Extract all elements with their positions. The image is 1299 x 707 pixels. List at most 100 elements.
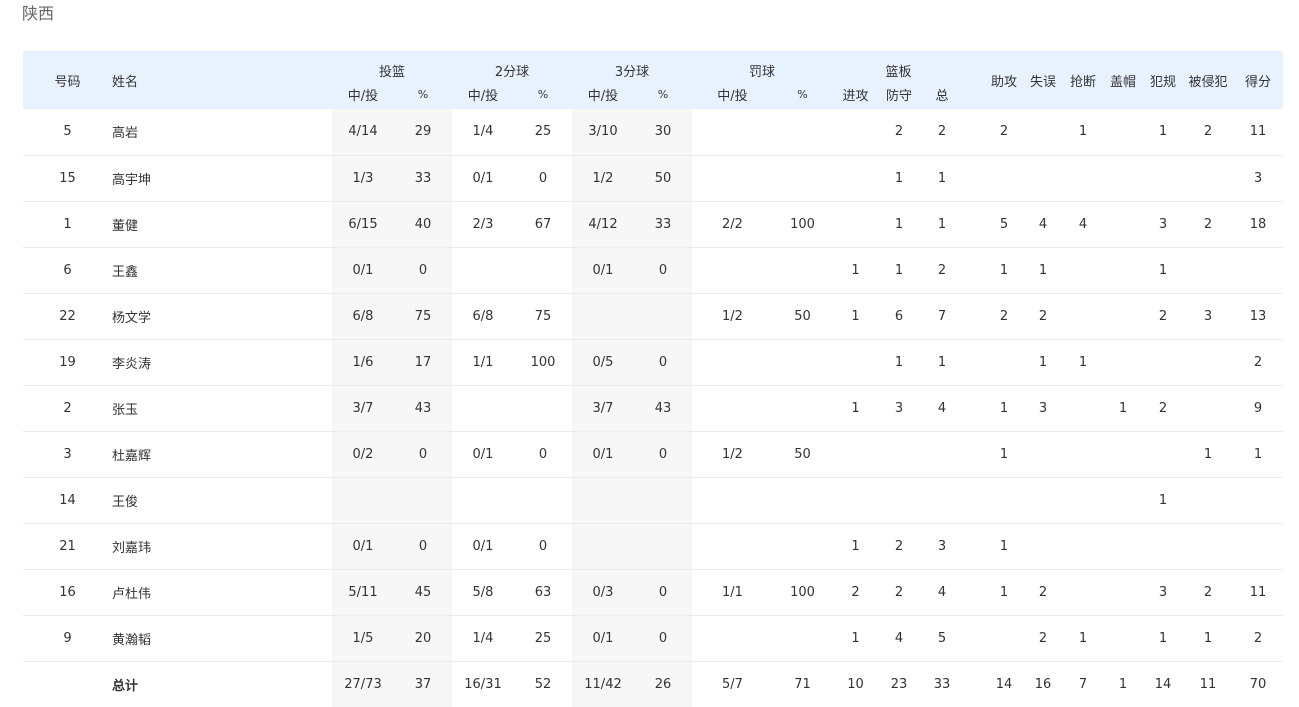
cell-ft-pct: [773, 109, 832, 156]
col-treb: 总: [919, 80, 965, 109]
cell-fg: 1/5: [332, 615, 394, 662]
cell-ft-pct: [773, 523, 832, 570]
cell-three: [572, 523, 634, 570]
cell-spacer: [965, 615, 985, 662]
table-row: 15 高宇坤 1/3 33 0/1 0 1/2 50 1 1 3: [23, 155, 1283, 202]
cell-stl: [1063, 431, 1103, 478]
cell-fg: [332, 477, 394, 524]
cell-blk: [1103, 431, 1143, 478]
cell-ast: 14: [995, 676, 1013, 692]
cell-num: 22: [23, 293, 112, 340]
cell-blk: [1103, 569, 1143, 616]
col-spacer: [965, 51, 985, 109]
cell-ft: [692, 615, 773, 662]
cell-two-pct: 100: [514, 339, 572, 386]
cell-three: 1/2: [572, 155, 634, 202]
cell-ast: 1: [985, 247, 1023, 294]
table-row: 2 张玉 3/7 43 3/7 43 1 3 4 1 3 1 2 9: [23, 385, 1283, 432]
stats-body: 5 高岩 4/14 29 1/4 25 3/10 30 2 2 2 1 1 2 11 15 高宇坤 1/3 33 0/…: [23, 109, 1283, 707]
cell-ft-pct: [773, 155, 832, 202]
cell-num: [23, 661, 112, 707]
cell-two: 1/4: [452, 109, 514, 156]
cell-num: 16: [23, 569, 112, 616]
cell-pf: 3: [1143, 569, 1183, 616]
cell-dreb: 4: [879, 615, 919, 662]
team-title: 陕西: [22, 4, 55, 23]
col-group-ft: 罚球: [692, 51, 832, 80]
cell-treb: 2: [919, 247, 965, 294]
cell-ft-pct: [773, 477, 832, 524]
cell-stl: 4: [1063, 201, 1103, 248]
table-row: 21 刘嘉玮 0/1 0 0/1 0 1 2 3 1: [23, 523, 1283, 570]
cell-spacer: [965, 339, 985, 386]
cell-pts: 9: [1233, 385, 1283, 432]
cell-fg-pct: 0: [394, 247, 452, 294]
cell-blk: [1103, 523, 1143, 570]
cell-treb: 3: [919, 523, 965, 570]
cell-ft-pct: [773, 385, 832, 432]
cell-treb: [919, 431, 965, 478]
cell-dreb: 6: [879, 293, 919, 340]
cell-ft: [692, 477, 773, 524]
col-name: 姓名: [112, 51, 332, 109]
col-ft-made-att: 中/投: [692, 80, 773, 109]
cell-ft-pct: 71: [794, 676, 811, 692]
cell-fg-pct: 20: [394, 615, 452, 662]
cell-num: 2: [23, 385, 112, 432]
cell-pf: [1143, 155, 1183, 202]
cell-dreb: 1: [879, 339, 919, 386]
cell-ft: 1/1: [692, 569, 773, 616]
cell-two: 0/1: [452, 431, 514, 478]
cell-stl: [1063, 385, 1103, 432]
cell-name: 李炎涛: [112, 339, 332, 386]
cell-tov: [1023, 431, 1063, 478]
table-row: 3 杜嘉辉 0/2 0 0/1 0 0/1 0 1/2 50 1 1 1: [23, 431, 1283, 478]
cell-two-pct: [514, 477, 572, 524]
cell-stl: 1: [1063, 339, 1103, 386]
cell-fg-pct: 33: [394, 155, 452, 202]
cell-spacer: [965, 385, 985, 432]
cell-spacer: [965, 155, 985, 202]
cell-ast: 2: [985, 109, 1023, 156]
cell-tov: [1023, 155, 1063, 202]
cell-dreb: 1: [879, 247, 919, 294]
cell-ft-pct: 100: [773, 201, 832, 248]
cell-fg: 6/15: [332, 201, 394, 248]
cell-ast: [985, 339, 1023, 386]
cell-num: 21: [23, 523, 112, 570]
cell-spacer: [965, 201, 985, 248]
table-row: 19 李炎涛 1/6 17 1/1 100 0/5 0 1 1 1 1 2: [23, 339, 1283, 386]
cell-fd: 11: [1199, 676, 1217, 692]
cell-tov: [1023, 523, 1063, 570]
cell-two: 2/3: [452, 201, 514, 248]
cell-pf: [1143, 339, 1183, 386]
cell-blk: [1103, 201, 1143, 248]
cell-tov: 4: [1023, 201, 1063, 248]
cell-fg: 4/14: [332, 109, 394, 156]
cell-two-pct: 52: [534, 676, 552, 692]
col-three-pct: %: [634, 80, 692, 109]
cell-name: 刘嘉玮: [112, 523, 332, 570]
cell-three: 0/5: [572, 339, 634, 386]
col-fg-made-att: 中/投: [332, 80, 394, 109]
cell-two-pct: 0: [514, 155, 572, 202]
cell-fd: 3: [1183, 293, 1233, 340]
cell-stl: [1063, 293, 1103, 340]
col-oreb: 进攻: [832, 80, 879, 109]
cell-pf: 1: [1143, 615, 1183, 662]
cell-two-pct: 0: [514, 431, 572, 478]
cell-three-pct: 0: [634, 615, 692, 662]
cell-ast: 1: [985, 523, 1023, 570]
cell-pts: [1233, 477, 1283, 524]
cell-dreb: 23: [890, 676, 908, 692]
cell-three-pct: [634, 477, 692, 524]
cell-ft: [692, 385, 773, 432]
cell-two-pct: 75: [514, 293, 572, 340]
cell-ft-pct: [773, 247, 832, 294]
cell-three: [572, 477, 634, 524]
cell-name: 卢杜伟: [112, 569, 332, 616]
col-dreb: 防守: [879, 80, 919, 109]
cell-fg: 5/11: [332, 569, 394, 616]
cell-oreb: 1: [832, 385, 879, 432]
cell-three-pct: 0: [634, 431, 692, 478]
